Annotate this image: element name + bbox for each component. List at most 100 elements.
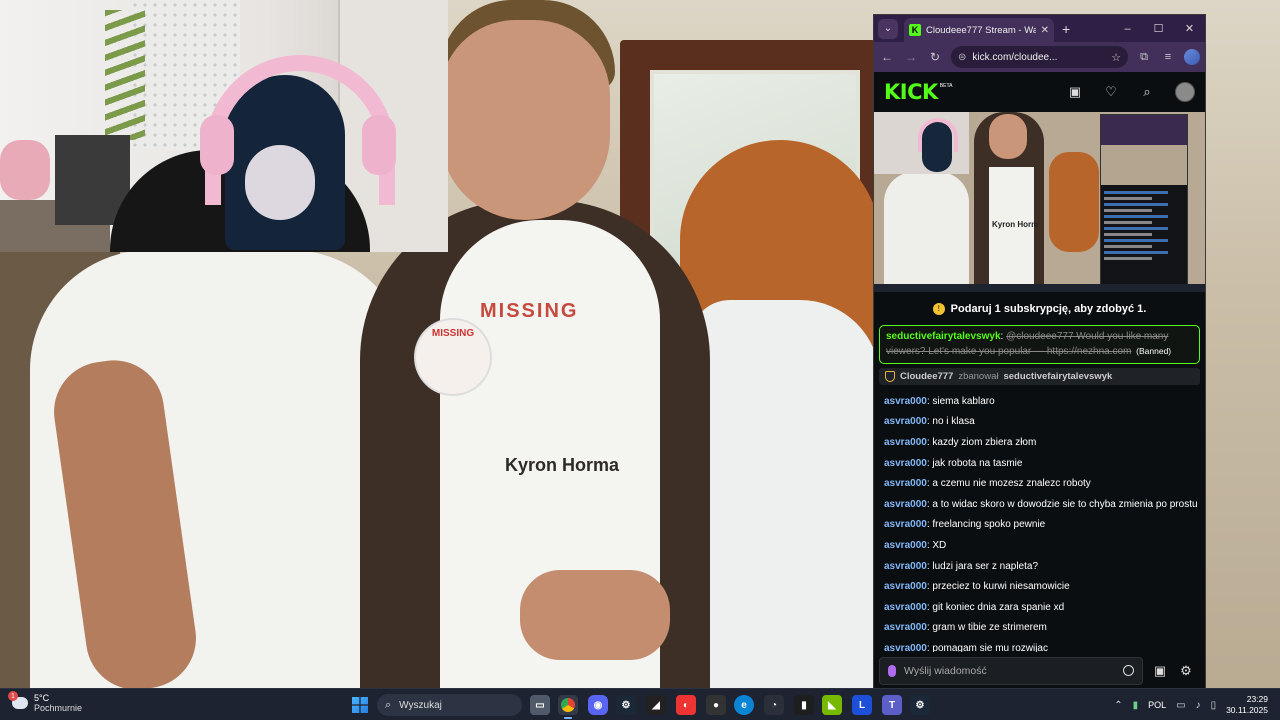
site-info-icon[interactable]: ⊜ — [958, 52, 966, 63]
chat-message: asvra000: ludzi jara ser z napleta? — [884, 560, 1039, 572]
chat-text: a czemu nie mozesz znalezc roboty — [932, 478, 1091, 490]
chat-username[interactable]: asvra000 — [884, 458, 927, 469]
chat-message: asvra000: a to widac skoro w dowodzie si… — [884, 498, 1198, 510]
subscription-banner[interactable]: ! Podaruj 1 subskrypcję, aby zdobyć 1. — [874, 292, 1205, 325]
chat-input[interactable]: Wyślij wiadomość — [879, 656, 1143, 685]
opera-icon[interactable]: ◐ — [676, 695, 696, 715]
weather-temp: 5°C — [34, 693, 50, 703]
pinned-username[interactable]: seductivefairytalevswyk — [886, 331, 1001, 342]
reading-list-icon[interactable]: ≡ — [1160, 51, 1176, 63]
chat-username[interactable]: asvra000 — [884, 622, 927, 633]
clock[interactable]: 23:29 30.11.2025 — [1226, 694, 1268, 716]
chat-username[interactable]: asvra000 — [884, 478, 927, 489]
badge-text: MISSING — [431, 328, 475, 339]
steam-icon-2[interactable]: ⚙ — [910, 695, 930, 715]
nvidia-icon[interactable]: ◣ — [822, 695, 842, 715]
maximize-button[interactable]: ☐ — [1143, 15, 1174, 42]
teams-icon[interactable]: T — [882, 695, 902, 715]
profile-avatar[interactable] — [1184, 49, 1200, 65]
stream-player[interactable]: Kyron Horm — [874, 112, 1205, 292]
chat-message: asvra000: freelancing spoko pewnie — [884, 519, 1046, 531]
language-indicator[interactable]: POL — [1148, 700, 1166, 710]
chat-text: XD — [932, 539, 947, 551]
new-tab-button[interactable]: + — [1062, 21, 1070, 37]
chat-username[interactable]: asvra000 — [884, 519, 927, 530]
chat-username[interactable]: asvra000 — [884, 416, 927, 427]
terminal-icon[interactable]: ▮ — [794, 695, 814, 715]
banned-tag: (Banned) — [1136, 346, 1172, 356]
windows-start-icon[interactable] — [352, 697, 368, 713]
nested-chat-line — [1104, 209, 1152, 212]
shirt-name: Kyron Horma — [505, 455, 620, 475]
shield-icon — [885, 371, 895, 382]
task-view-icon[interactable]: ▭ — [530, 695, 550, 715]
tab-list-button[interactable]: ⌄ — [878, 18, 898, 39]
chat-username[interactable]: asvra000 — [884, 499, 927, 510]
tab-kick-stream[interactable]: K Cloudeee777 Stream - Watch L ✕ — [904, 18, 1054, 42]
forward-icon[interactable]: → — [903, 50, 919, 64]
steam-icon[interactable]: ⚙ — [616, 695, 636, 715]
chat-input-placeholder: Wyślij wiadomość — [904, 664, 987, 677]
display-icon[interactable]: ▭ — [1176, 700, 1185, 711]
search-icon: ⌕ — [385, 698, 392, 711]
app-dark-icon[interactable]: ◢ — [646, 695, 666, 715]
discord-icon[interactable]: ◉ — [588, 695, 608, 715]
chevron-up-icon[interactable]: ⌃ — [1114, 700, 1122, 711]
store-icon[interactable]: ▣ — [1067, 84, 1083, 100]
chat-message: asvra000: XD — [884, 539, 947, 551]
chat-messages: asvra000: siema kablaro asvra000: no i k… — [879, 391, 1200, 659]
taskbar: 1 5°C Pochmurnie ⌕ Wyszukaj ▭ ◉ ⚙ ◢ ◐ ● … — [0, 688, 1280, 720]
tab-bar: ⌄ K Cloudeee777 Stream - Watch L ✕ + – ☐… — [874, 15, 1205, 42]
weather-widget[interactable]: 1 5°C Pochmurnie — [8, 691, 83, 713]
chrome-icon[interactable] — [558, 695, 578, 719]
edge-icon[interactable]: e — [734, 695, 754, 715]
chat-message: asvra000: gram w tibie ze strimerem — [884, 622, 1047, 634]
chat-text: gram w tibie ze strimerem — [932, 622, 1047, 634]
moderator-name[interactable]: Cloudee777 — [900, 371, 953, 382]
back-icon[interactable]: ← — [879, 50, 895, 64]
chat-username[interactable]: asvra000 — [884, 602, 927, 613]
search-icon[interactable]: ⌕ — [1139, 84, 1155, 100]
bookmark-star-icon[interactable]: ☆ — [1111, 51, 1121, 64]
clock-date: 30.11.2025 — [1226, 705, 1268, 715]
emoji-icon[interactable] — [1123, 665, 1134, 676]
mic-tray-icon[interactable]: ▮ — [1133, 700, 1139, 711]
battery-icon[interactable]: ▯ — [1211, 700, 1217, 711]
nested-chat-line — [1104, 227, 1168, 230]
heart-icon[interactable]: ♡ — [1103, 84, 1119, 100]
reload-icon[interactable]: ↻ — [927, 50, 943, 64]
chat-text: przeciez to kurwi niesamowicie — [932, 581, 1070, 593]
cloud-icon: 1 — [8, 691, 28, 709]
banned-user[interactable]: seductivefairytalevswyk — [1003, 371, 1112, 382]
chat-store-icon[interactable]: ▣ — [1151, 663, 1169, 679]
nested-chat-line — [1104, 215, 1168, 218]
chat-message: asvra000: kazdy ziom zbiera złom — [884, 436, 1037, 448]
extensions-icon[interactable]: ⧉ — [1136, 51, 1152, 64]
tab-close-icon[interactable]: ✕ — [1041, 25, 1049, 36]
volume-icon[interactable]: ♪ — [1196, 700, 1201, 711]
nested-taskbar — [874, 284, 1205, 292]
chat-text: kazdy ziom zbiera złom — [932, 436, 1037, 448]
lol-launcher-icon[interactable]: L — [852, 695, 872, 715]
mic-icon[interactable] — [888, 664, 896, 677]
weather-condition: Pochmurnie — [34, 703, 83, 713]
chat-username[interactable]: asvra000 — [884, 540, 927, 551]
moderation-action: zbanował — [958, 371, 999, 382]
chat-username[interactable]: asvra000 — [884, 437, 927, 448]
headphone-cup-right — [362, 115, 396, 175]
chat-username[interactable]: asvra000 — [884, 561, 927, 572]
user-avatar[interactable] — [1175, 82, 1195, 102]
kick-header-actions: ▣ ♡ ⌕ — [1067, 82, 1195, 102]
address-bar[interactable]: ⊜ kick.com/cloudee... ☆ — [951, 46, 1128, 68]
close-window-button[interactable]: ✕ — [1174, 15, 1205, 42]
github-icon[interactable]: ● — [706, 695, 726, 715]
nested-chat-line — [1104, 257, 1152, 260]
minimize-button[interactable]: – — [1112, 15, 1143, 42]
speedometer-icon[interactable]: ◔ — [764, 695, 784, 715]
chat-username[interactable]: asvra000 — [884, 581, 927, 592]
chat-username[interactable]: asvra000 — [884, 396, 927, 407]
taskbar-search[interactable]: ⌕ Wyszukaj — [377, 694, 522, 716]
chat-settings-icon[interactable]: ⚙ — [1177, 663, 1195, 679]
kick-logo[interactable]: KICK — [884, 80, 938, 104]
chat-message: asvra000: a czemu nie mozesz znalezc rob… — [884, 478, 1091, 490]
